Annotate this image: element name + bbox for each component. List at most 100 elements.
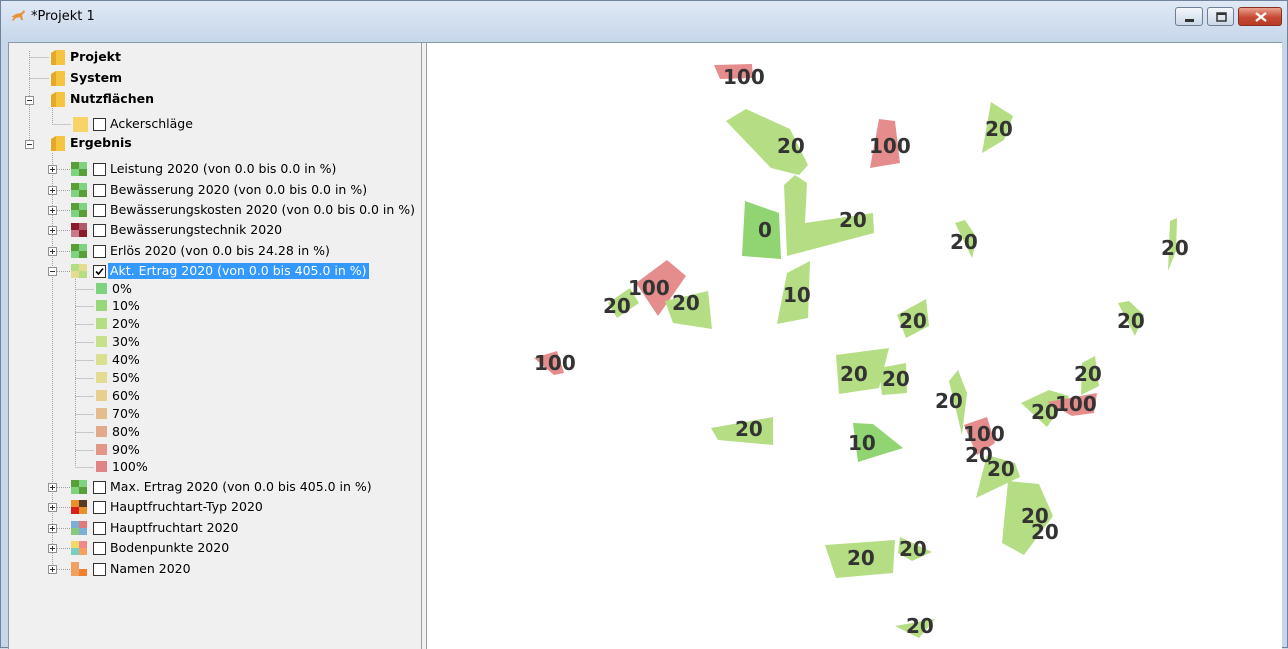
legend-label: 40% [112, 352, 140, 367]
tree-node-layer[interactable]: Hauptfruchtart 2020 [110, 520, 238, 536]
expand-toggle[interactable] [48, 565, 57, 574]
collapse-toggle[interactable] [48, 267, 57, 276]
layer-checkbox[interactable] [93, 501, 106, 514]
layer-checkbox[interactable] [93, 542, 106, 555]
legend-label: 10% [112, 298, 140, 313]
layer-legend-icon [71, 480, 87, 499]
layer-checkbox[interactable] [93, 563, 106, 576]
layer-legend-icon [71, 500, 87, 519]
yield-label: 20 [1161, 236, 1189, 260]
yield-label: 100 [963, 422, 1005, 446]
tree-node-layer-selected[interactable]: Akt. Ertrag 2020 (von 0.0 bis 405.0 in %… [108, 263, 369, 279]
expand-toggle[interactable] [48, 206, 57, 215]
yield-label: 20 [882, 367, 910, 391]
tree-node-ergebnis[interactable]: Ergebnis [70, 135, 132, 151]
yield-label: 20 [1031, 520, 1059, 544]
layer-legend-icon [71, 562, 87, 581]
layer-checkbox[interactable] [93, 224, 106, 237]
folder-icon [50, 49, 66, 71]
legend-swatch [96, 461, 107, 472]
layer-legend-icon [71, 521, 87, 540]
expand-toggle[interactable] [48, 247, 57, 256]
collapse-toggle[interactable] [25, 96, 34, 105]
tree-node-layer[interactable]: Leistung 2020 (von 0.0 bis 0.0 in %) [110, 161, 336, 177]
tree-node-layer[interactable]: Erlös 2020 (von 0.0 bis 24.28 in %) [110, 243, 330, 259]
tree-node-projekt[interactable]: Projekt [70, 49, 121, 65]
tree-node-system[interactable]: System [70, 70, 122, 86]
expand-toggle[interactable] [48, 524, 57, 533]
tree-node-layer[interactable]: Bewässerungskosten 2020 (von 0.0 bis 0.0… [110, 202, 415, 218]
legend-label: 90% [112, 442, 140, 457]
legend-label: 70% [112, 406, 140, 421]
layer-checkbox-checked[interactable] [93, 265, 106, 278]
app-window: *Projekt 1 Projekt System Nutzflächen Ac… [0, 0, 1288, 649]
maximize-button[interactable] [1207, 7, 1234, 26]
legend-swatch [96, 300, 107, 311]
yield-label: 20 [672, 291, 700, 315]
tree-node-layer[interactable]: Max. Ertrag 2020 (von 0.0 bis 405.0 in %… [110, 479, 372, 495]
tree-node-layer[interactable]: Bewässerung 2020 (von 0.0 bis 0.0 in %) [110, 182, 367, 198]
expand-toggle[interactable] [48, 483, 57, 492]
legend-label: 80% [112, 424, 140, 439]
yield-label: 10 [848, 431, 876, 455]
window-title: *Projekt 1 [31, 9, 95, 24]
yield-label: 100 [723, 65, 765, 89]
yield-label: 20 [1117, 309, 1145, 333]
layer-color-icon [73, 117, 88, 132]
yield-label: 20 [950, 230, 978, 254]
yield-label: 100 [1055, 392, 1097, 416]
yield-label: 20 [935, 389, 963, 413]
layer-checkbox[interactable] [93, 163, 106, 176]
tree-node-ackerschlaege[interactable]: Ackerschläge [110, 116, 193, 132]
expand-toggle[interactable] [48, 186, 57, 195]
expand-toggle[interactable] [48, 503, 57, 512]
expand-toggle[interactable] [48, 226, 57, 235]
layer-checkbox[interactable] [93, 204, 106, 217]
tree-node-layer[interactable]: Bewässerungstechnik 2020 [110, 222, 282, 238]
legend-swatch [96, 444, 107, 455]
expand-toggle[interactable] [48, 165, 57, 174]
yield-label: 100 [869, 134, 911, 158]
tree-node-layer[interactable]: Bodenpunkte 2020 [110, 540, 229, 556]
legend-swatch [96, 354, 107, 365]
checkmark-icon [95, 267, 104, 276]
legend-label: 30% [112, 334, 140, 349]
layer-checkbox[interactable] [93, 245, 106, 258]
collapse-toggle[interactable] [25, 140, 34, 149]
legend-label: 60% [112, 388, 140, 403]
layer-checkbox[interactable] [93, 522, 106, 535]
folder-open-icon [50, 135, 66, 157]
tree-node-nutzflaechen[interactable]: Nutzflächen [70, 91, 154, 107]
yield-label: 20 [1074, 362, 1102, 386]
layer-legend-icon [71, 203, 87, 222]
yield-label: 20 [840, 362, 868, 386]
map-canvas[interactable]: 100 20 100 20 0 20 20 20 100 20 20 10 20… [427, 43, 1282, 649]
yield-label: 0 [758, 218, 772, 242]
minimize-button[interactable] [1175, 7, 1203, 26]
layer-legend-icon [71, 183, 87, 202]
legend-label: 100% [112, 459, 148, 474]
ackerschlaege-checkbox[interactable] [93, 118, 106, 131]
yield-label: 20 [735, 417, 763, 441]
yield-label: 20 [987, 457, 1015, 481]
yield-label: 20 [777, 134, 805, 158]
title-bar[interactable]: *Projekt 1 [1, 1, 1287, 33]
expand-toggle[interactable] [48, 544, 57, 553]
legend-swatch [96, 408, 107, 419]
layer-tree[interactable]: Projekt System Nutzflächen Ackerschläge … [9, 43, 421, 649]
legend-swatch [96, 372, 107, 383]
layer-legend-icon [71, 264, 87, 283]
yield-label: 100 [534, 351, 576, 375]
legend-label: 50% [112, 370, 140, 385]
yield-label: 20 [847, 546, 875, 570]
yield-label: 20 [899, 537, 927, 561]
layer-legend-icon [71, 223, 87, 242]
tree-node-layer[interactable]: Hauptfruchtart-Typ 2020 [110, 499, 263, 515]
tree-node-layer[interactable]: Namen 2020 [110, 561, 191, 577]
close-icon [1255, 12, 1267, 22]
close-button[interactable] [1238, 7, 1282, 26]
yield-label: 10 [783, 283, 811, 307]
yield-label: 20 [603, 294, 631, 318]
layer-checkbox[interactable] [93, 184, 106, 197]
layer-checkbox[interactable] [93, 481, 106, 494]
